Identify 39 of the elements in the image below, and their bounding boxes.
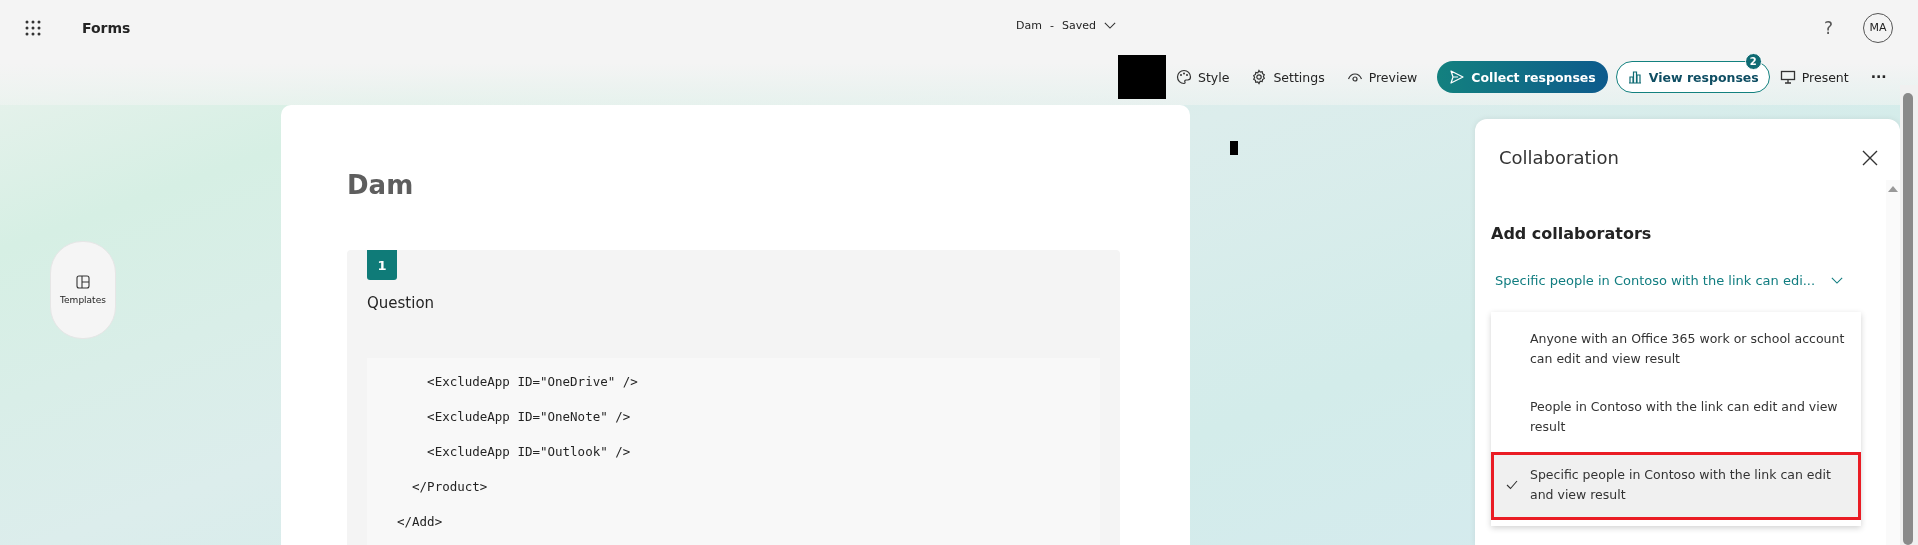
- checkmark-icon: [1506, 480, 1518, 490]
- code-line: </Add>: [397, 513, 444, 531]
- app-launcher-icon[interactable]: [25, 19, 41, 36]
- more-button[interactable]: ···: [1862, 65, 1895, 89]
- help-button[interactable]: ?: [1823, 17, 1833, 38]
- question-number: 1: [367, 250, 397, 280]
- code-line: </Product>: [411, 478, 489, 496]
- send-icon: [1449, 69, 1466, 85]
- scrollbar[interactable]: [1886, 180, 1900, 545]
- toolbar-button[interactable]: Style: [1168, 65, 1238, 89]
- menu-option[interactable]: People in Contoso with the link can edit and view result: [1491, 384, 1861, 452]
- close-icon[interactable]: [1862, 149, 1878, 166]
- code-line: <ExcludeApp ID="Outlook" />: [426, 443, 632, 461]
- question-label: Question: [367, 294, 436, 312]
- code-line: <ExcludeApp ID="OneDrive" />: [426, 373, 639, 391]
- collect-responses-button[interactable]: Collect responses: [1437, 61, 1608, 93]
- monitor-icon: [1779, 69, 1796, 85]
- menu-option[interactable]: Anyone with an Office 365 work or school account can edit and view result: [1491, 316, 1861, 384]
- chevron-down-icon: [1103, 22, 1116, 29]
- document-title-button[interactable]: Dam - Saved: [1012, 17, 1120, 34]
- section-heading: Add collaborators: [1491, 224, 1653, 243]
- app-name: Forms: [82, 19, 131, 36]
- form-title: Dam: [347, 170, 415, 200]
- templates-button[interactable]: Templates: [50, 241, 116, 339]
- menu-option[interactable]: Specific people in Contoso with the link can edit and view result: [1491, 452, 1861, 520]
- bar-chart-icon: [1626, 69, 1643, 85]
- chevron-down-icon: [1831, 277, 1844, 284]
- toolbar-button[interactable]: Preview: [1338, 65, 1426, 89]
- code-line: <ExcludeApp ID="OneNote" />: [426, 408, 632, 426]
- panel-title: Collaboration: [1499, 147, 1619, 168]
- toolbar-button[interactable]: Present: [1771, 65, 1857, 89]
- layout-icon: [76, 275, 90, 289]
- text-cursor: [1230, 141, 1238, 155]
- toolbar-button[interactable]: Settings: [1243, 65, 1333, 89]
- scrollbar[interactable]: [1900, 85, 1918, 545]
- question-card[interactable]: 1 Question <ExcludeApp ID="OneDrive" /> <ExcludeApp ID="OneNote" /> <ExcludeApp ID="Outlook" /> </Product> </Add>: [347, 250, 1120, 545]
- palette-icon: [1176, 69, 1192, 85]
- settings-icon: [1251, 69, 1268, 85]
- redaction-block: [1118, 55, 1166, 99]
